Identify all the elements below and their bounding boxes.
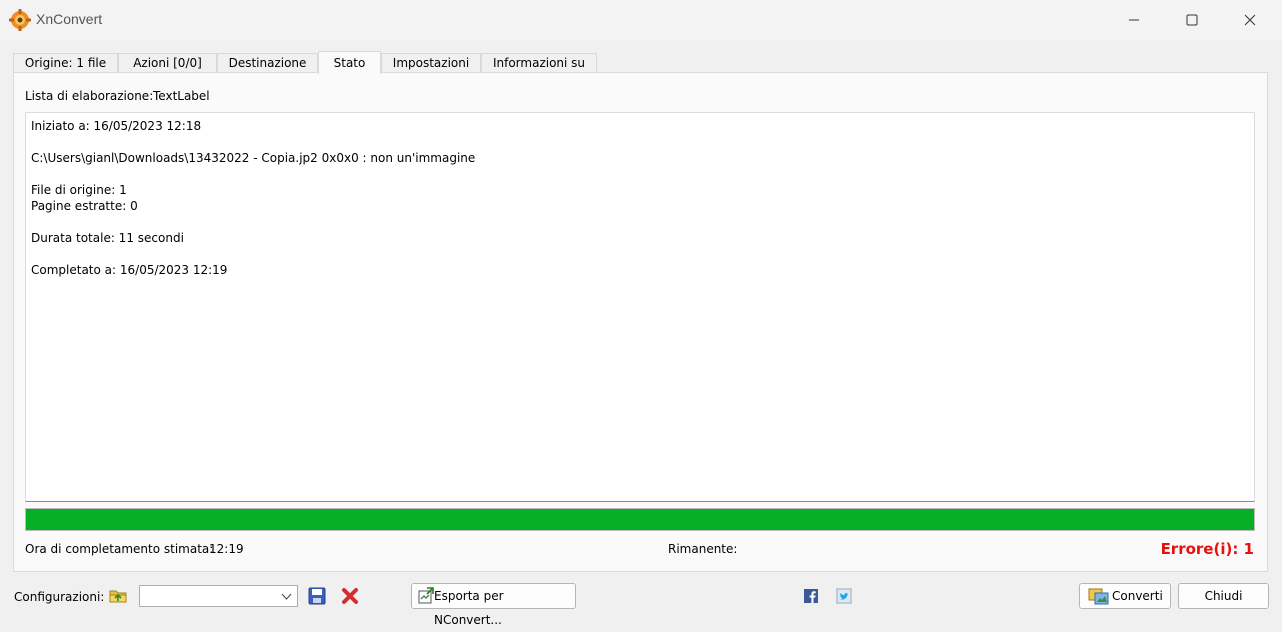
remaining-label: Rimanente:	[668, 542, 738, 556]
progress-fill	[26, 509, 1254, 530]
xnconvert-logo-icon	[9, 9, 31, 31]
eta-label: Ora di completamento stimata:	[25, 542, 214, 556]
facebook-icon[interactable]	[803, 588, 819, 604]
export-icon	[417, 587, 435, 605]
log-line: Durata totale: 11 secondi	[31, 231, 184, 245]
save-icon[interactable]	[307, 586, 327, 606]
log-line: File di origine: 1	[31, 183, 127, 197]
tab-informazioni[interactable]: Informazioni su	[481, 53, 597, 72]
export-nconvert-button[interactable]: Esporta per NConvert...	[411, 583, 576, 627]
configurations-label: Configurazioni:	[14, 590, 105, 604]
log-line: Completato a: 16/05/2023 12:19	[31, 263, 228, 277]
progress-bar	[25, 508, 1255, 531]
log-line: Pagine estratte: 0	[31, 199, 138, 213]
processing-list-label: Lista di elaborazione:	[25, 89, 154, 103]
log-line: Iniziato a: 16/05/2023 12:18	[31, 119, 202, 133]
eta-value: 12:19	[209, 542, 244, 556]
open-folder-icon[interactable]	[108, 586, 128, 606]
title-bar: XnConvert	[0, 0, 1282, 40]
chevron-down-icon	[281, 591, 292, 602]
tab-destinazione[interactable]: Destinazione	[217, 53, 318, 72]
close-icon[interactable]	[1237, 8, 1263, 32]
error-count: Errore(i): 1	[1160, 540, 1254, 558]
tab-stato[interactable]: Stato	[318, 51, 381, 74]
convert-icon	[1088, 587, 1110, 605]
export-nconvert-label: Esporta per NConvert...	[434, 589, 504, 627]
tab-azioni[interactable]: Azioni [0/0]	[118, 53, 217, 72]
tab-origine[interactable]: Origine: 1 file	[13, 53, 118, 72]
convert-label: Converti	[1112, 589, 1163, 603]
window-title: XnConvert	[36, 11, 103, 27]
processing-list-value: TextLabel	[153, 89, 210, 103]
configurations-select[interactable]	[139, 585, 298, 607]
minimize-icon[interactable]	[1121, 8, 1147, 32]
twitter-icon[interactable]	[836, 588, 852, 604]
log-line: C:\Users\gianl\Downloads\13432022 - Copi…	[31, 151, 476, 165]
tab-impostazioni[interactable]: Impostazioni	[381, 53, 481, 72]
log-textarea[interactable]: Iniziato a: 16/05/2023 12:18 C:\Users\gi…	[25, 112, 1255, 502]
maximize-icon[interactable]	[1179, 8, 1205, 32]
convert-button[interactable]: Converti	[1079, 583, 1171, 609]
close-button[interactable]: Chiudi	[1178, 583, 1269, 609]
delete-icon[interactable]	[340, 586, 360, 606]
